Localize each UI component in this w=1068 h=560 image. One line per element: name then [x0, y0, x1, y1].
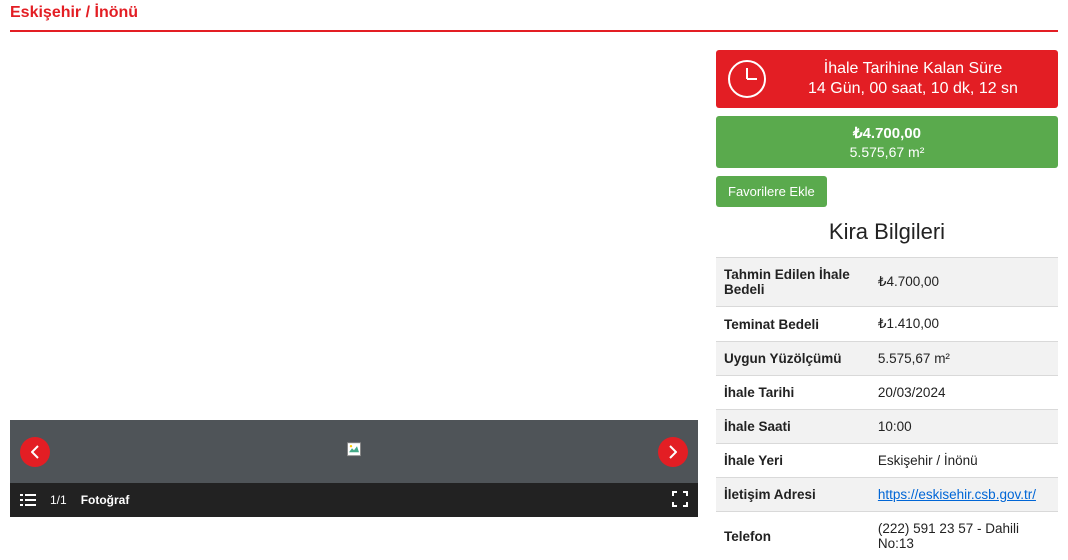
broken-image-icon — [347, 442, 361, 456]
table-row: Teminat Bedeli₺1.410,00 — [716, 307, 1058, 342]
row-value: 20/03/2024 — [870, 376, 1058, 410]
row-label: Tahmin Edilen İhale Bedeli — [716, 258, 870, 307]
row-label: İhale Yeri — [716, 444, 870, 478]
table-row: Tahmin Edilen İhale Bedeli₺4.700,00 — [716, 258, 1058, 307]
row-label: İhale Saati — [716, 410, 870, 444]
gallery-label: Fotoğraf — [81, 493, 130, 507]
table-row: Telefon(222) 591 23 57 - Dahili No:13 — [716, 512, 1058, 560]
chevron-left-icon — [31, 445, 39, 459]
row-value[interactable]: https://eskisehir.csb.gov.tr/ — [870, 478, 1058, 512]
list-icon[interactable] — [20, 493, 36, 508]
row-label: Uygun Yüzölçümü — [716, 342, 870, 376]
row-value: ₺1.410,00 — [870, 307, 1058, 342]
image-gallery: 1/1 Fotoğraf — [10, 50, 698, 560]
countdown-value: 14 Gün, 00 saat, 10 dk, 12 sn — [780, 80, 1046, 98]
summary-price: ₺4.700,00 — [716, 124, 1058, 142]
table-row: İhale YeriEskişehir / İnönü — [716, 444, 1058, 478]
gallery-footer: 1/1 Fotoğraf — [10, 483, 698, 517]
info-table: Tahmin Edilen İhale Bedeli₺4.700,00Temin… — [716, 257, 1058, 560]
row-label: İhale Tarihi — [716, 376, 870, 410]
thumbnail-strip — [10, 420, 698, 483]
fullscreen-button[interactable] — [672, 491, 688, 510]
divider — [10, 30, 1058, 32]
image-counter: 1/1 — [50, 493, 67, 507]
clock-icon — [728, 60, 766, 98]
main-image-area — [10, 50, 698, 420]
row-label: Teminat Bedeli — [716, 307, 870, 342]
add-favorite-button[interactable]: Favorilere Ekle — [716, 176, 827, 207]
table-row: İletişim Adresi https://eskisehir.csb.gov… — [716, 478, 1058, 512]
table-row: İhale Saati10:00 — [716, 410, 1058, 444]
table-row: Uygun Yüzölçümü5.575,67 m² — [716, 342, 1058, 376]
section-title: Kira Bilgileri — [716, 219, 1058, 245]
breadcrumb: Eskişehir / İnönü — [10, 0, 1058, 30]
row-value: (222) 591 23 57 - Dahili No:13 — [870, 512, 1058, 560]
next-image-button[interactable] — [658, 437, 688, 467]
chevron-right-icon — [669, 445, 677, 459]
row-value: Eskişehir / İnönü — [870, 444, 1058, 478]
row-value: 5.575,67 m² — [870, 342, 1058, 376]
countdown-title: İhale Tarihine Kalan Süre — [780, 60, 1046, 78]
row-label: İletişim Adresi — [716, 478, 870, 512]
contact-link[interactable]: https://eskisehir.csb.gov.tr/ — [878, 487, 1036, 502]
prev-image-button[interactable] — [20, 437, 50, 467]
row-value: 10:00 — [870, 410, 1058, 444]
expand-icon — [672, 491, 688, 507]
table-row: İhale Tarihi20/03/2024 — [716, 376, 1058, 410]
row-label: Telefon — [716, 512, 870, 560]
summary-area: 5.575,67 m² — [716, 144, 1058, 160]
countdown-banner: İhale Tarihine Kalan Süre 14 Gün, 00 saa… — [716, 50, 1058, 108]
row-value: ₺4.700,00 — [870, 258, 1058, 307]
price-summary: ₺4.700,00 5.575,67 m² — [716, 116, 1058, 168]
